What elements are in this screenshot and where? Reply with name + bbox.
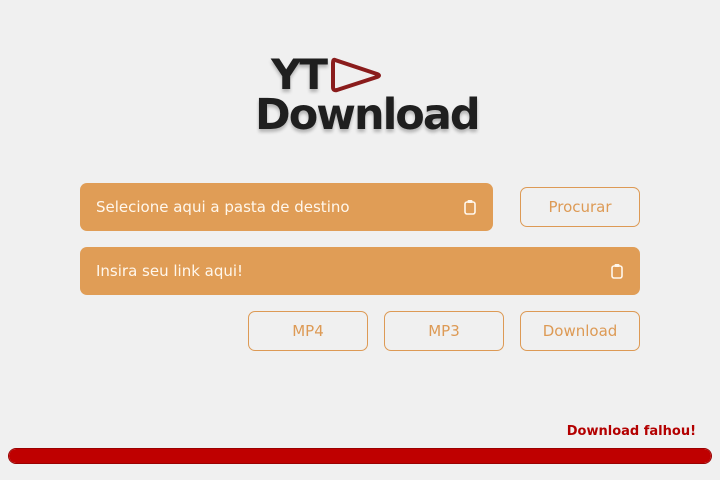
play-triangle-icon xyxy=(331,57,381,93)
browse-button[interactable]: Procurar xyxy=(520,187,640,227)
download-button[interactable]: Download xyxy=(520,311,640,351)
destination-folder-input[interactable]: Selecione aqui a pasta de destino xyxy=(80,183,493,231)
progress-fill xyxy=(9,449,711,463)
mp4-button[interactable]: MP4 xyxy=(248,311,368,351)
clipboard-icon xyxy=(611,264,623,279)
mp3-button[interactable]: MP3 xyxy=(384,311,504,351)
destination-folder-placeholder: Selecione aqui a pasta de destino xyxy=(96,198,350,216)
app-logo: YT Download xyxy=(255,50,481,142)
logo-text-download: Download xyxy=(255,90,481,140)
download-progress-bar xyxy=(8,448,712,464)
link-input[interactable]: Insira seu link aqui! xyxy=(80,247,640,295)
link-placeholder: Insira seu link aqui! xyxy=(96,262,244,280)
status-message: Download falhou! xyxy=(566,424,696,439)
clipboard-icon xyxy=(464,200,476,215)
